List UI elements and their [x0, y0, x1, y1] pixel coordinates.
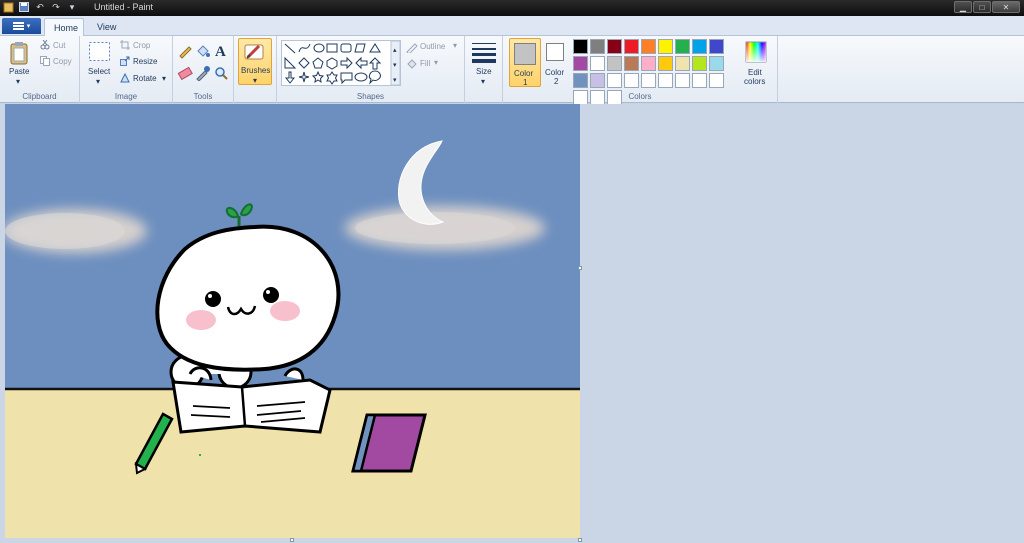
- maximize-button[interactable]: □: [973, 1, 991, 13]
- tab-view[interactable]: View: [88, 18, 125, 37]
- cloud-left: [5, 209, 147, 253]
- canvas-resize-handle-corner[interactable]: [578, 538, 582, 542]
- resize-button[interactable]: Resize: [133, 57, 157, 66]
- tab-home[interactable]: Home: [44, 18, 84, 37]
- title-bar: ↶ ↷ ▾ Untitled - Paint ▁ □ ✕: [0, 0, 1024, 16]
- paint-menu-button[interactable]: ▾: [2, 18, 41, 34]
- ribbon-tab-row: ▾ Home View: [0, 16, 1024, 37]
- color-picker-icon[interactable]: [195, 65, 211, 83]
- undo-icon[interactable]: ↶: [34, 1, 46, 13]
- outline-button[interactable]: Outline: [420, 42, 445, 51]
- resize-icon: [120, 56, 130, 68]
- tools-group: A Tools: [173, 36, 234, 103]
- select-button[interactable]: Select: [88, 67, 110, 76]
- select-dropdown-icon[interactable]: ▾: [96, 77, 100, 86]
- svg-text:▾: ▾: [393, 77, 397, 84]
- save-icon[interactable]: [18, 1, 30, 13]
- size-button[interactable]: Size: [476, 67, 492, 76]
- cloud-right: [345, 206, 545, 250]
- magnifier-icon[interactable]: [213, 65, 229, 83]
- close-button[interactable]: ✕: [992, 1, 1020, 13]
- eraser-icon[interactable]: [177, 65, 193, 83]
- text-tool-icon[interactable]: A: [213, 42, 229, 60]
- fill-bucket-icon[interactable]: [195, 43, 211, 61]
- tools-group-label: Tools: [193, 92, 213, 101]
- cut-button[interactable]: Cut: [53, 41, 65, 50]
- fill-icon: [406, 58, 418, 72]
- copy-icon: [40, 56, 50, 68]
- paste-dropdown-icon[interactable]: ▾: [16, 77, 20, 86]
- svg-text:▾: ▾: [393, 62, 397, 69]
- svg-text:A: A: [215, 44, 226, 58]
- size-dropdown-icon[interactable]: ▾: [481, 77, 485, 86]
- minimize-button[interactable]: ▁: [954, 1, 972, 13]
- copy-button[interactable]: Copy: [53, 57, 72, 66]
- shapes-group-label: Shapes: [356, 92, 385, 101]
- paste-button[interactable]: Paste: [9, 67, 29, 76]
- fill-dropdown-icon[interactable]: ▾: [434, 58, 438, 67]
- ribbon: Paste ▾ Cut Copy Clipboard Select ▾ Crop…: [0, 36, 1024, 105]
- rotate-icon: [120, 72, 130, 85]
- image-group: Select ▾ Crop Resize Rotate ▾ Image: [80, 36, 173, 103]
- size-icon[interactable]: [472, 41, 496, 65]
- chevron-down-icon: ▾: [26, 23, 31, 30]
- crop-icon: [120, 40, 130, 52]
- pencil-icon[interactable]: [177, 43, 193, 61]
- rotate-button[interactable]: Rotate: [133, 74, 157, 83]
- canvas-resize-handle-bottom[interactable]: [290, 538, 294, 542]
- fill-button[interactable]: Fill: [420, 59, 430, 68]
- rotate-dropdown-icon[interactable]: ▾: [162, 74, 166, 83]
- paint-app-icon[interactable]: [2, 1, 14, 13]
- select-icon[interactable]: [88, 41, 112, 65]
- customize-icon[interactable]: ▾: [66, 1, 78, 13]
- image-group-label: Image: [114, 92, 138, 101]
- clipboard-group-label: Clipboard: [22, 92, 57, 101]
- drawing-canvas[interactable]: [5, 104, 580, 538]
- quick-access-toolbar: ↶ ↷ ▾: [2, 1, 78, 13]
- shapes-group: ▴ ▾ ▾ Outline ▾ Fill ▾ Shapes: [277, 36, 465, 103]
- window-title: Untitled - Paint: [94, 2, 154, 12]
- outline-icon: [406, 41, 418, 55]
- crop-button[interactable]: Crop: [133, 41, 150, 50]
- paste-icon[interactable]: [9, 41, 29, 67]
- brushes-group: [234, 36, 277, 103]
- svg-text:▴: ▴: [393, 47, 397, 54]
- shapes-gallery[interactable]: ▴ ▾ ▾: [281, 40, 401, 88]
- menu-icon: [12, 22, 24, 30]
- canvas-resize-handle-right[interactable]: [578, 266, 582, 270]
- colors-group: Colors: [503, 36, 778, 103]
- colors-group-label: Colors: [628, 92, 652, 101]
- size-group: Size ▾: [465, 36, 503, 103]
- clipboard-group: Paste ▾ Cut Copy Clipboard: [0, 36, 80, 103]
- redo-icon[interactable]: ↷: [50, 1, 62, 13]
- purple-notebook: [351, 413, 427, 473]
- outline-dropdown-icon[interactable]: ▾: [453, 41, 457, 50]
- drawing-artwork: [5, 104, 580, 538]
- scissors-icon: [40, 39, 50, 52]
